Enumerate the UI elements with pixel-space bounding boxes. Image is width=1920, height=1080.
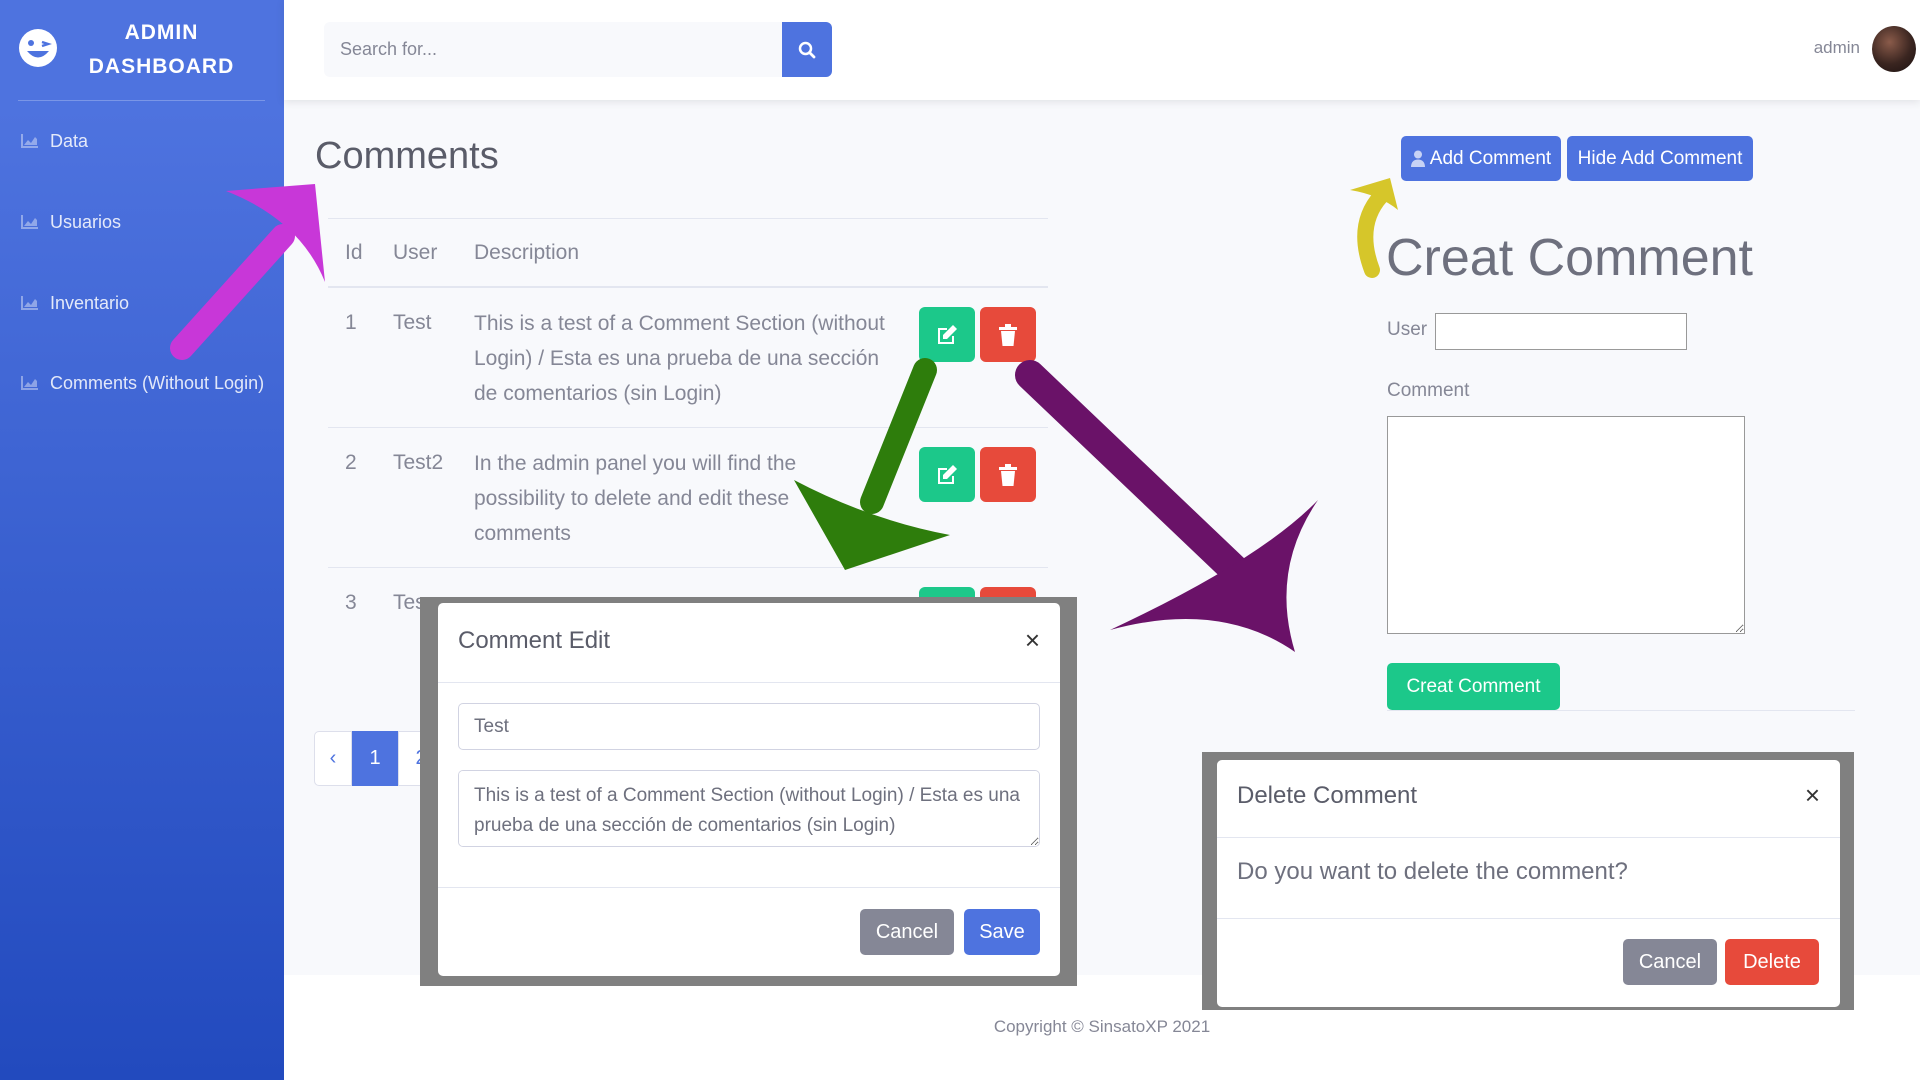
column-header-description: Description bbox=[474, 241, 580, 264]
copyright-text: Copyright © SinsatoXP 2021 bbox=[993, 1017, 1211, 1036]
table-row: 1 Test This is a test of a Comment Secti… bbox=[328, 288, 1048, 428]
row-description: In the admin panel you will find the pos… bbox=[474, 452, 797, 545]
create-comment-title: Creat Comment bbox=[1386, 229, 1753, 287]
column-header-id: Id bbox=[345, 241, 363, 264]
chart-area-icon bbox=[21, 215, 38, 229]
sidebar-brand[interactable]: ADMIN DASHBOARD bbox=[0, 0, 284, 100]
user-name[interactable]: admin bbox=[1814, 38, 1860, 58]
delete-confirm-message: Do you want to delete the comment? bbox=[1237, 858, 1628, 885]
comment-textarea[interactable] bbox=[1387, 416, 1745, 634]
sidebar-item-label: Comments (Without Login) bbox=[50, 372, 265, 393]
row-id: 3 bbox=[345, 591, 357, 614]
edit-modal: Comment Edit × This is a test of a Comme… bbox=[438, 603, 1060, 976]
sidebar-item-usuarios[interactable]: Usuarios bbox=[0, 197, 284, 247]
comment-label: Comment bbox=[1387, 380, 1470, 401]
close-icon[interactable]: × bbox=[1025, 627, 1040, 653]
column-header-user: User bbox=[393, 241, 438, 264]
hide-add-comment-button[interactable]: Hide Add Comment bbox=[1567, 136, 1753, 181]
row-id: 2 bbox=[345, 451, 357, 474]
modal-header-divider bbox=[1217, 837, 1840, 838]
pagination-page-1[interactable]: 1 bbox=[352, 731, 398, 786]
add-comment-button[interactable]: Add Comment bbox=[1401, 136, 1561, 181]
sidebar-item-data[interactable]: Data bbox=[0, 116, 284, 166]
sidebar-item-label: Usuarios bbox=[50, 211, 122, 232]
modal-footer-divider bbox=[438, 887, 1060, 888]
row-id: 1 bbox=[345, 311, 357, 334]
brand-line-2: DASHBOARD bbox=[88, 55, 235, 78]
row-description: This is a test of a Comment Section (wit… bbox=[474, 312, 885, 405]
edit-icon bbox=[938, 324, 957, 344]
sidebar-item-label: Data bbox=[50, 130, 89, 151]
edit-button[interactable] bbox=[919, 447, 975, 502]
sidebar-item-label: Inventario bbox=[50, 292, 130, 313]
cancel-button[interactable]: Cancel bbox=[1623, 939, 1717, 985]
chart-area-icon bbox=[21, 296, 38, 310]
sidebar-item-comments[interactable]: Comments (Without Login) bbox=[0, 358, 284, 408]
close-icon[interactable]: × bbox=[1805, 782, 1820, 808]
delete-modal-title: Delete Comment bbox=[1237, 782, 1418, 809]
search-input[interactable] bbox=[324, 22, 782, 77]
page-title: Comments bbox=[315, 135, 499, 177]
laugh-wink-icon bbox=[19, 29, 57, 67]
user-icon bbox=[1410, 150, 1425, 167]
brand-line-1: ADMIN bbox=[124, 21, 199, 44]
delete-button[interactable] bbox=[980, 307, 1036, 362]
trash-icon bbox=[999, 463, 1017, 486]
search-icon bbox=[798, 41, 816, 58]
delete-button[interactable] bbox=[980, 447, 1036, 502]
delete-confirm-button[interactable]: Delete bbox=[1725, 939, 1819, 985]
row-user: Test2 bbox=[393, 451, 444, 474]
topbar: admin bbox=[284, 0, 1920, 100]
table-header: Id User Description bbox=[328, 218, 1048, 288]
save-button[interactable]: Save bbox=[964, 909, 1040, 955]
delete-modal: Delete Comment × Do you want to delete t… bbox=[1217, 760, 1840, 1007]
table-row: 2 Test2 In the admin panel you will find… bbox=[328, 428, 1048, 568]
user-field[interactable] bbox=[1435, 313, 1687, 350]
edit-button[interactable] bbox=[919, 307, 975, 362]
add-comment-label: Add Comment bbox=[1429, 147, 1552, 169]
edit-modal-title: Comment Edit bbox=[458, 627, 611, 654]
search-button[interactable] bbox=[782, 22, 832, 77]
pagination-prev[interactable]: ‹ bbox=[314, 731, 352, 786]
user-label: User bbox=[1387, 319, 1428, 340]
row-user: Test bbox=[393, 311, 432, 334]
modal-header-divider bbox=[438, 682, 1060, 683]
avatar[interactable] bbox=[1872, 26, 1916, 72]
edit-comment-textarea[interactable]: This is a test of a Comment Section (wit… bbox=[458, 770, 1040, 847]
edit-user-input[interactable] bbox=[458, 703, 1040, 750]
chart-area-icon bbox=[21, 134, 38, 148]
trash-icon bbox=[999, 323, 1017, 346]
sidebar-item-inventario[interactable]: Inventario bbox=[0, 278, 284, 328]
cancel-button[interactable]: Cancel bbox=[860, 909, 954, 955]
create-comment-button[interactable]: Creat Comment bbox=[1387, 663, 1560, 710]
search-group bbox=[324, 22, 832, 77]
divider bbox=[1387, 710, 1855, 711]
sidebar: ADMIN DASHBOARD Data Usuarios Inventario… bbox=[0, 0, 284, 1080]
chart-area-icon bbox=[21, 376, 38, 390]
brand-title: ADMIN DASHBOARD bbox=[74, 16, 249, 84]
modal-footer-divider bbox=[1217, 918, 1840, 919]
edit-icon bbox=[938, 464, 957, 484]
sidebar-divider bbox=[18, 100, 265, 101]
